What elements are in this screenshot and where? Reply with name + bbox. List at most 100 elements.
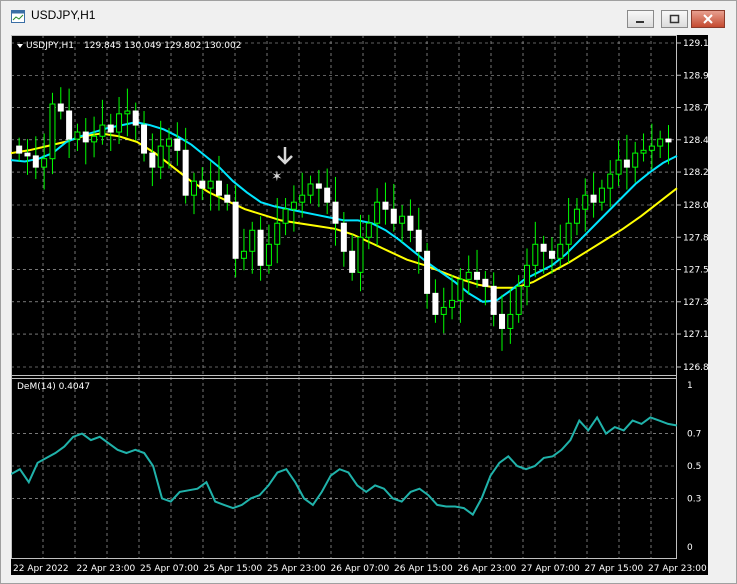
candle-body bbox=[249, 229, 256, 252]
price-tick-label: 128.265 bbox=[683, 168, 708, 178]
candle bbox=[24, 139, 31, 175]
candle bbox=[174, 122, 181, 166]
maximize-button[interactable] bbox=[661, 10, 688, 28]
candle-body bbox=[66, 110, 73, 140]
candle-body bbox=[357, 236, 364, 273]
candle bbox=[598, 179, 605, 211]
price-chart-svg[interactable]: 129.185 128.955 128.725 128.495 128.265 128.0… bbox=[10, 35, 720, 559]
price-tick-label: 128.495 bbox=[683, 136, 708, 146]
candle-body bbox=[74, 131, 81, 140]
candle bbox=[457, 268, 464, 323]
indicator-tick-label: 0.5 bbox=[687, 462, 701, 472]
candle bbox=[307, 175, 314, 204]
candle-body bbox=[457, 278, 464, 301]
time-tick-label: 26 Apr 23:00 bbox=[458, 564, 517, 574]
candle bbox=[382, 182, 389, 225]
candle bbox=[465, 255, 472, 295]
candle-body bbox=[415, 229, 422, 252]
candle bbox=[365, 214, 372, 250]
candle-body bbox=[490, 285, 497, 315]
chart-menu-triangle-icon[interactable] bbox=[17, 44, 23, 48]
candle-body bbox=[465, 271, 472, 280]
price-tick-label: 127.570 bbox=[683, 266, 708, 276]
candle bbox=[440, 287, 447, 334]
close-icon bbox=[703, 14, 713, 24]
candle bbox=[232, 185, 239, 278]
candle bbox=[390, 183, 397, 232]
price-axis: 129.185 128.955 128.725 128.495 128.265 128.0… bbox=[677, 39, 720, 373]
candle bbox=[74, 123, 81, 151]
candle-body bbox=[540, 243, 547, 252]
candle-body bbox=[632, 152, 639, 168]
candle bbox=[290, 185, 297, 232]
time-axis: 22 Apr 2022 22 Apr 23:00 25 Apr 07:00 25 Ap… bbox=[11, 559, 708, 575]
candle-body bbox=[590, 194, 597, 203]
candle-body bbox=[16, 145, 23, 154]
candle-body bbox=[615, 159, 622, 175]
price-tick-label: 126.875 bbox=[683, 363, 708, 373]
candle bbox=[190, 172, 197, 215]
candle bbox=[432, 279, 439, 323]
price-tick-label: 128.030 bbox=[683, 201, 708, 211]
candle bbox=[240, 228, 247, 271]
candle-body bbox=[282, 208, 289, 224]
candle-body bbox=[257, 229, 264, 266]
time-tick-label: 26 Apr 07:00 bbox=[331, 564, 390, 574]
price-tick-label: 128.725 bbox=[683, 104, 708, 114]
time-tick-label: 22 Apr 2022 bbox=[13, 564, 69, 574]
candle bbox=[399, 205, 406, 243]
candle-body bbox=[482, 278, 489, 287]
time-tick-label: 27 Apr 23:00 bbox=[648, 564, 707, 574]
candle bbox=[474, 249, 481, 288]
candle-body bbox=[523, 264, 530, 287]
title-bar[interactable]: USDJPY,H1 bbox=[1, 1, 736, 31]
signal-star-icon: ✶ bbox=[271, 169, 283, 185]
candle bbox=[257, 216, 264, 281]
time-tick-label: 27 Apr 15:00 bbox=[585, 564, 644, 574]
candle bbox=[548, 237, 555, 274]
candle bbox=[215, 155, 222, 211]
candle-body bbox=[424, 250, 431, 294]
candle-body bbox=[324, 187, 331, 203]
time-tick-label: 25 Apr 07:00 bbox=[140, 564, 199, 574]
candle-body bbox=[607, 173, 614, 189]
candle-body bbox=[82, 131, 89, 143]
close-button[interactable] bbox=[691, 10, 725, 28]
candle bbox=[523, 248, 530, 306]
maximize-icon bbox=[669, 14, 680, 24]
candle-body bbox=[515, 285, 522, 315]
price-tick-label: 128.955 bbox=[683, 71, 708, 81]
candle-body bbox=[365, 222, 372, 238]
candle bbox=[249, 221, 256, 274]
chart-area[interactable]: 129.185 128.955 128.725 128.495 128.265 128.0… bbox=[10, 35, 720, 559]
candle-body bbox=[499, 313, 506, 329]
candle-body bbox=[99, 124, 106, 137]
candle bbox=[640, 133, 647, 162]
candle-body bbox=[207, 180, 214, 189]
candle bbox=[507, 289, 514, 344]
candle bbox=[57, 87, 64, 120]
candle-body bbox=[640, 149, 647, 154]
candle bbox=[265, 224, 272, 274]
candle-body bbox=[474, 271, 481, 280]
price-tick-label: 127.110 bbox=[683, 330, 708, 340]
candle-body bbox=[399, 215, 406, 224]
candle bbox=[49, 92, 56, 175]
candle-body bbox=[24, 152, 31, 157]
candle-body bbox=[124, 110, 131, 115]
candle-body bbox=[49, 103, 56, 160]
time-tick-label: 26 Apr 15:00 bbox=[394, 564, 453, 574]
price-tick-label: 127.800 bbox=[683, 233, 708, 243]
sell-arrow-icon[interactable] bbox=[277, 147, 293, 165]
candle bbox=[91, 116, 98, 158]
candle bbox=[357, 214, 364, 292]
candle bbox=[532, 221, 539, 278]
grid bbox=[11, 35, 677, 559]
candle-body bbox=[332, 201, 339, 224]
candle bbox=[424, 242, 431, 309]
candle-body bbox=[657, 138, 664, 147]
minimize-button[interactable] bbox=[627, 10, 654, 28]
candle-body bbox=[290, 201, 297, 210]
candle-body bbox=[665, 138, 672, 143]
candle bbox=[657, 130, 664, 159]
